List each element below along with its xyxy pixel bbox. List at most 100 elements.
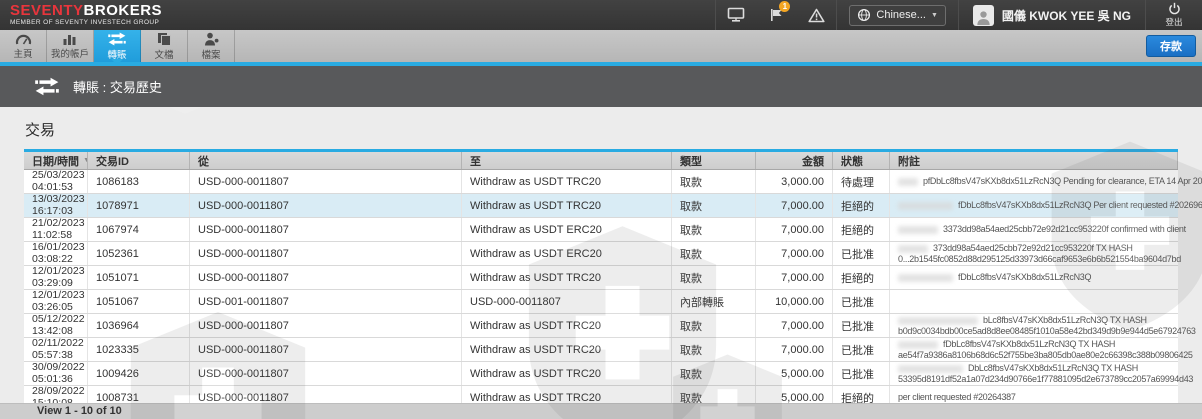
cell-type: 取款: [672, 266, 756, 289]
top-bar: SEVENTYBROKERS MEMBER OF SEVENTY INVESTE…: [0, 0, 1202, 30]
cell-amount: 3,000.00: [756, 170, 833, 193]
content-area: 交易 日期/時間▼ 交易ID 從 至 類型 金額 狀態 附註 25/03/202…: [0, 107, 1202, 410]
nav-tab-profile[interactable]: 檔案: [188, 30, 235, 62]
table-row[interactable]: 13/03/2023 16:17:03 1078971 USD-000-00118…: [24, 194, 1202, 218]
cell-transaction-id: 1067974: [88, 218, 190, 241]
redacted-text: [898, 364, 963, 373]
table-row[interactable]: 05/12/2022 13:42:08 1036964 USD-000-00118…: [24, 314, 1196, 338]
transfer-icon: [108, 32, 126, 45]
power-icon: [1168, 2, 1180, 15]
notification-badge: 1: [779, 1, 791, 12]
table-row[interactable]: 16/01/2023 03:08:22 1052361 USD-000-00118…: [24, 242, 1181, 266]
table-row[interactable]: 21/02/2023 11:02:58 1067974 USD-000-00118…: [24, 218, 1186, 242]
breadcrumb: 轉賬 : 交易歷史: [73, 80, 162, 95]
cell-notes: [890, 290, 1178, 313]
cell-type: 取款: [672, 362, 756, 385]
cell-status: 已批准: [833, 290, 890, 313]
nav-tab-accounts[interactable]: 我的帳戶: [47, 30, 94, 62]
cell-status: 已批准: [833, 314, 890, 337]
cell-from: USD-000-0011807: [190, 266, 462, 289]
header-to[interactable]: 至: [462, 152, 672, 169]
cell-amount: 7,000.00: [756, 314, 833, 337]
logout-button[interactable]: 登出: [1146, 0, 1202, 30]
cell-to: Withdraw as USDT TRC20: [462, 170, 672, 193]
cell-from: USD-000-0011807: [190, 194, 462, 217]
chevron-down-icon: ▼: [930, 11, 938, 19]
cell-status: 拒絕的: [833, 218, 890, 241]
table-row[interactable]: 02/11/2022 05:57:38 1023335 USD-000-00118…: [24, 338, 1193, 362]
header-from[interactable]: 從: [190, 152, 462, 169]
logout-label: 登出: [1165, 17, 1183, 27]
brand-subtitle: MEMBER OF SEVENTY INVESTECH GROUP: [10, 19, 160, 27]
header-amount[interactable]: 金額: [756, 152, 833, 169]
table-row[interactable]: 12/01/2023 03:29:09 1051071 USD-000-00118…: [24, 266, 1178, 290]
header-transaction-id[interactable]: 交易ID: [88, 152, 190, 169]
cell-to: Withdraw as USDT TRC20: [462, 314, 672, 337]
cell-status: 拒絕的: [833, 194, 890, 217]
documents-icon: [158, 32, 171, 46]
nav-tab-documents[interactable]: 文檔: [141, 30, 188, 62]
cell-notes: DbLc8fbsV47sKXb8dx51LzRcN3Q TX HASH 53395…: [898, 363, 1194, 384]
cell-status: 拒絕的: [833, 266, 890, 289]
cell-notes: bLc8fbsV47sKXb8dx51LzRcN3Q TX HASH b0d9c0…: [898, 315, 1196, 336]
cell-notes: fDbLc8fbsV47sKXb8dx51LzRcN3Q TX HASH ae54…: [898, 339, 1193, 360]
cell-date: 02/11/2022 05:57:38: [24, 338, 88, 361]
header-status[interactable]: 狀態: [833, 152, 890, 169]
cell-date: 30/09/2022 05:01:36: [24, 362, 88, 385]
flag-notification-icon[interactable]: 1: [756, 0, 796, 30]
redacted-text: [898, 177, 918, 186]
language-selector[interactable]: Chinese... ▼: [849, 4, 946, 26]
brand-logo: SEVENTYBROKERS MEMBER OF SEVENTY INVESTE…: [0, 3, 162, 27]
cell-transaction-id: 1036964: [88, 314, 190, 337]
cell-transaction-id: 1023335: [88, 338, 190, 361]
cell-transaction-id: 1051067: [88, 290, 190, 313]
redacted-text: [898, 340, 938, 349]
transactions-table: 日期/時間▼ 交易ID 從 至 類型 金額 狀態 附註 25/03/202304…: [24, 149, 1202, 410]
cell-amount: 10,000.00: [756, 290, 833, 313]
cell-amount: 7,000.00: [756, 194, 833, 217]
header-notes[interactable]: 附註: [890, 152, 1178, 169]
monitor-icon[interactable]: [716, 0, 756, 30]
cell-amount: 5,000.00: [756, 362, 833, 385]
cell-amount: 7,000.00: [756, 218, 833, 241]
cell-status: 已批准: [833, 362, 890, 385]
profile-icon: [204, 32, 218, 45]
cell-notes: pfDbLc8fbsV47sKXb8dx51LzRcN3Q Pending fo…: [890, 170, 1202, 193]
divider: [836, 0, 838, 30]
redacted-text: [898, 316, 978, 325]
page-title: 交易: [25, 122, 56, 139]
table-row[interactable]: 25/03/2023 04:01:53 1086183 USD-000-00118…: [24, 170, 1202, 194]
cell-to: Withdraw as USDT TRC20: [462, 338, 672, 361]
nav-tab-label: 文檔: [154, 49, 174, 61]
cell-notes: 373dd98a54aed25cbb72e92d21cc953220f TX H…: [898, 243, 1181, 264]
nav-tab-home[interactable]: 主頁: [0, 30, 47, 62]
cell-date: 12/01/2023 03:29:09: [24, 266, 88, 289]
cell-status: 已批准: [833, 338, 890, 361]
table-row[interactable]: 30/09/2022 05:01:36 1009426 USD-000-00118…: [24, 362, 1194, 386]
nav-tab-transfer[interactable]: 轉賬: [94, 30, 141, 65]
cell-status: 已批准: [833, 242, 890, 265]
cell-from: USD-000-0011807: [190, 242, 462, 265]
header-type[interactable]: 類型: [672, 152, 756, 169]
deposit-button[interactable]: 存款: [1146, 35, 1196, 57]
user-menu[interactable]: 國儀 KWOK YEE 吳 NG: [959, 0, 1145, 30]
cell-date: 12/01/2023 03:26:05: [24, 290, 88, 313]
transfer-icon: [35, 77, 59, 96]
redacted-text: [898, 201, 953, 210]
language-value: Chinese...: [876, 9, 926, 21]
cell-transaction-id: 1009426: [88, 362, 190, 385]
cell-type: 取款: [672, 242, 756, 265]
cell-transaction-id: 1078971: [88, 194, 190, 217]
globe-icon: [858, 8, 871, 22]
cell-date: 13/03/2023 16:17:03: [24, 194, 88, 217]
cell-type: 取款: [672, 218, 756, 241]
warning-icon[interactable]: [796, 0, 836, 30]
cell-to: Withdraw as USDT TRC20: [462, 194, 672, 217]
cell-to: Withdraw as USDT ERC20: [462, 218, 672, 241]
cell-notes: 3373dd98a54aed25cbb72e92d21cc953220f con…: [890, 218, 1186, 241]
cell-transaction-id: 1086183: [88, 170, 190, 193]
redacted-text: [898, 225, 938, 234]
table-row[interactable]: 12/01/2023 03:26:05 1051067 USD-001-00118…: [24, 290, 1178, 314]
cell-amount: 7,000.00: [756, 338, 833, 361]
header-date-time[interactable]: 日期/時間▼: [24, 152, 88, 169]
